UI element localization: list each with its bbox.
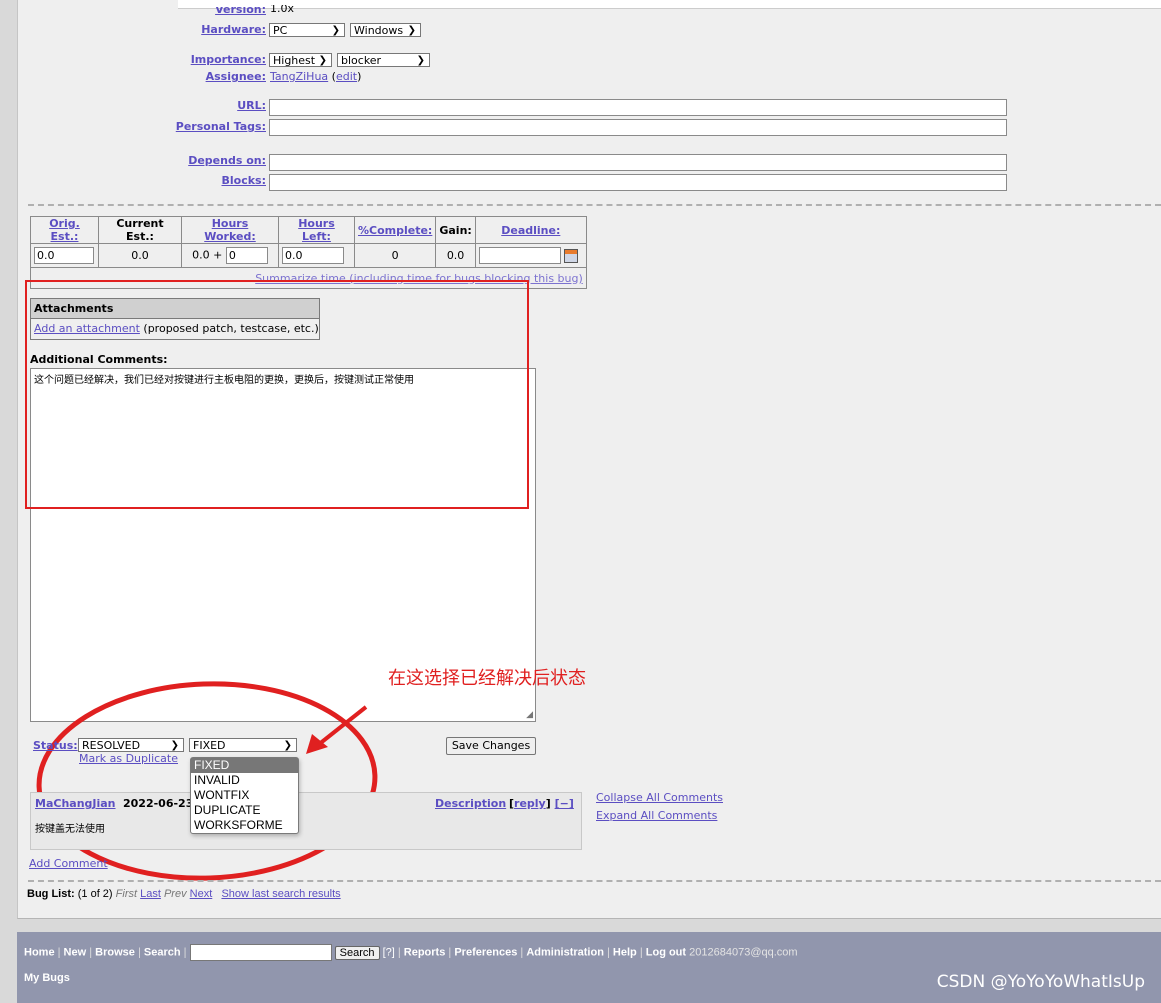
resolution-option-wontfix[interactable]: WONTFIX xyxy=(191,788,298,803)
resolution-option-fixed[interactable]: FIXED xyxy=(191,758,298,773)
footer-bar: Home | New | Browse | Search | Search [?… xyxy=(17,932,1161,1003)
footer-help-link[interactable]: Help xyxy=(613,946,637,958)
first-label: First xyxy=(115,888,138,900)
next-link[interactable]: Next xyxy=(190,888,213,900)
footer-help-q-link[interactable]: [?] xyxy=(383,946,395,958)
footer-search-input[interactable] xyxy=(189,944,332,961)
divider xyxy=(28,880,1161,882)
mark-duplicate-link[interactable]: Mark as Duplicate xyxy=(79,752,178,765)
collapse-comment-link[interactable]: [−] xyxy=(555,797,574,810)
footer-home-link[interactable]: Home xyxy=(24,946,55,958)
footer-preferences-link[interactable]: Preferences xyxy=(454,946,517,958)
resolution-option-worksforme[interactable]: WORKSFORME xyxy=(191,818,298,833)
resolution-option-invalid[interactable]: INVALID xyxy=(191,773,298,788)
prev-label: Prev xyxy=(163,888,187,900)
chevron-down-icon: ❯ xyxy=(170,740,179,751)
footer-new-link[interactable]: New xyxy=(64,946,87,958)
description-link[interactable]: Description xyxy=(435,797,506,810)
red-arrowhead-icon xyxy=(306,734,328,754)
footer-browse-link[interactable]: Browse xyxy=(95,946,135,958)
save-changes-button[interactable]: Save Changes xyxy=(446,737,536,755)
expand-all-comments-link[interactable]: Expand All Comments xyxy=(596,809,717,822)
reply-link[interactable]: reply xyxy=(514,797,546,810)
comment-date: 2022-06-23 xyxy=(123,797,194,810)
chevron-down-icon: ❯ xyxy=(283,740,292,751)
watermark: CSDN @YoYoYoWhatIsUp xyxy=(936,972,1145,992)
show-last-search-link[interactable]: Show last search results xyxy=(221,888,340,900)
last-link[interactable]: Last xyxy=(140,888,161,900)
resolution-select[interactable]: FIXED ❯ xyxy=(189,738,297,752)
add-comment-link[interactable]: Add Comment xyxy=(29,857,108,870)
footer-administration-link[interactable]: Administration xyxy=(526,946,604,958)
status-label[interactable]: Status: xyxy=(33,739,78,752)
resolution-option-duplicate[interactable]: DUPLICATE xyxy=(191,803,298,818)
footer-reports-link[interactable]: Reports xyxy=(404,946,446,958)
comment-author-link[interactable]: MaChangJian xyxy=(35,797,116,810)
resolution-dropdown-list: FIXED INVALID WONTFIX DUPLICATE WORKSFOR… xyxy=(190,757,299,834)
footer-logout-link[interactable]: Log out xyxy=(646,946,686,958)
annotation-drawing xyxy=(36,681,378,881)
bug-list-nav: Bug List: (1 of 2) First Last Prev Next … xyxy=(27,888,341,900)
footer-my-bugs-link[interactable]: My Bugs xyxy=(24,972,70,984)
comment-entry: MaChangJian 2022-06-23 Description [repl… xyxy=(30,792,582,850)
footer-links: Home | New | Browse | Search | Search [?… xyxy=(24,944,798,961)
bug-list-label: Bug List: xyxy=(27,888,75,900)
bug-list-count: (1 of 2) xyxy=(77,888,113,900)
comment-body: 按键盖无法使用 xyxy=(35,824,105,835)
footer-user-email: 2012684073@qq.com xyxy=(689,946,798,959)
footer-search-link[interactable]: Search xyxy=(144,946,181,958)
footer-search-button[interactable]: Search xyxy=(334,945,380,960)
status-select[interactable]: RESOLVED ❯ xyxy=(78,738,184,752)
collapse-all-comments-link[interactable]: Collapse All Comments xyxy=(596,791,723,804)
comment-actions: [reply] [−] xyxy=(509,797,574,810)
